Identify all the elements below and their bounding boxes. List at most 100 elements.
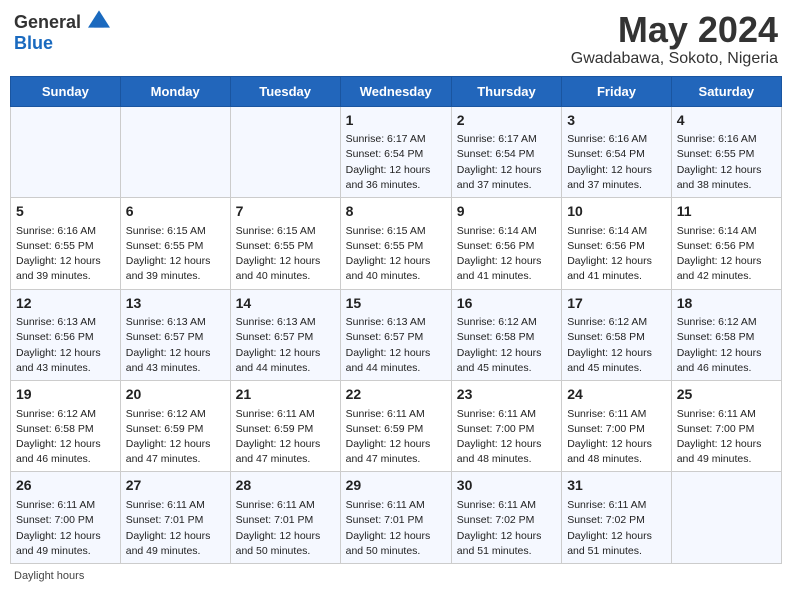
day-number: 28	[236, 476, 335, 496]
calendar-cell: 26 Sunrise: 6:11 AM Sunset: 7:00 PM Dayli…	[11, 472, 121, 563]
day-number: 31	[567, 476, 666, 496]
day-info: Sunrise: 6:17 AM Sunset: 6:54 PM Dayligh…	[346, 133, 431, 191]
day-number: 26	[16, 476, 115, 496]
day-number: 5	[16, 202, 115, 222]
calendar-cell: 31 Sunrise: 6:11 AM Sunset: 7:02 PM Dayli…	[562, 472, 672, 563]
calendar-cell: 4Sunrise: 6:16 AM Sunset: 6:55 PM Daylig…	[671, 106, 781, 197]
day-info: Sunrise: 6:12 AM Sunset: 6:58 PM Dayligh…	[16, 408, 101, 466]
day-info: Sunrise: 6:16 AM Sunset: 6:55 PM Dayligh…	[16, 225, 101, 283]
daylight-label: Daylight hours	[14, 570, 84, 582]
day-number: 21	[236, 385, 335, 405]
calendar-cell: 21 Sunrise: 6:11 AM Sunset: 6:59 PM Dayli…	[230, 381, 340, 472]
calendar-cell: 18Sunrise: 6:12 AM Sunset: 6:58 PM Dayli…	[671, 289, 781, 380]
day-info: Sunrise: 6:13 AM Sunset: 6:57 PM Dayligh…	[346, 316, 431, 374]
day-number: 27	[126, 476, 225, 496]
day-number: 2	[457, 111, 556, 131]
calendar-header-row: SundayMondayTuesdayWednesdayThursdayFrid…	[11, 76, 782, 106]
calendar-cell: 9Sunrise: 6:14 AM Sunset: 6:56 PM Daylig…	[451, 198, 561, 289]
logo-blue: Blue	[14, 33, 53, 53]
day-info: Sunrise: 6:11 AM Sunset: 7:01 PM Dayligh…	[346, 499, 431, 557]
day-info: Sunrise: 6:11 AM Sunset: 7:01 PM Dayligh…	[236, 499, 321, 557]
day-number: 22	[346, 385, 446, 405]
week-row-2: 12Sunrise: 6:13 AM Sunset: 6:56 PM Dayli…	[11, 289, 782, 380]
calendar-cell: 22 Sunrise: 6:11 AM Sunset: 6:59 PM Dayli…	[340, 381, 451, 472]
calendar-cell: 7Sunrise: 6:15 AM Sunset: 6:55 PM Daylig…	[230, 198, 340, 289]
day-number: 30	[457, 476, 556, 496]
day-number: 10	[567, 202, 666, 222]
day-info: Sunrise: 6:11 AM Sunset: 6:59 PM Dayligh…	[236, 408, 321, 466]
calendar-cell: 1Sunrise: 6:17 AM Sunset: 6:54 PM Daylig…	[340, 106, 451, 197]
calendar-table: SundayMondayTuesdayWednesdayThursdayFrid…	[10, 76, 782, 564]
day-info: Sunrise: 6:11 AM Sunset: 7:02 PM Dayligh…	[567, 499, 652, 557]
day-number: 7	[236, 202, 335, 222]
day-info: Sunrise: 6:11 AM Sunset: 7:00 PM Dayligh…	[567, 408, 652, 466]
day-info: Sunrise: 6:13 AM Sunset: 6:57 PM Dayligh…	[236, 316, 321, 374]
calendar-cell: 23Sunrise: 6:11 AM Sunset: 7:00 PM Dayli…	[451, 381, 561, 472]
day-info: Sunrise: 6:11 AM Sunset: 7:00 PM Dayligh…	[16, 499, 101, 557]
calendar-cell: 17Sunrise: 6:12 AM Sunset: 6:58 PM Dayli…	[562, 289, 672, 380]
day-number: 9	[457, 202, 556, 222]
week-row-4: 26 Sunrise: 6:11 AM Sunset: 7:00 PM Dayli…	[11, 472, 782, 563]
day-info: Sunrise: 6:12 AM Sunset: 6:59 PM Dayligh…	[126, 408, 211, 466]
day-number: 15	[346, 294, 446, 314]
calendar-cell: 20 Sunrise: 6:12 AM Sunset: 6:59 PM Dayli…	[120, 381, 230, 472]
day-number: 1	[346, 111, 446, 131]
calendar-cell: 12Sunrise: 6:13 AM Sunset: 6:56 PM Dayli…	[11, 289, 121, 380]
logo-icon	[88, 10, 110, 28]
day-info: Sunrise: 6:12 AM Sunset: 6:58 PM Dayligh…	[567, 316, 652, 374]
day-number: 19	[16, 385, 115, 405]
col-header-friday: Friday	[562, 76, 672, 106]
calendar-cell: 29Sunrise: 6:11 AM Sunset: 7:01 PM Dayli…	[340, 472, 451, 563]
day-number: 20	[126, 385, 225, 405]
day-number: 16	[457, 294, 556, 314]
calendar-cell	[230, 106, 340, 197]
week-row-0: 1Sunrise: 6:17 AM Sunset: 6:54 PM Daylig…	[11, 106, 782, 197]
day-info: Sunrise: 6:17 AM Sunset: 6:54 PM Dayligh…	[457, 133, 542, 191]
day-info: Sunrise: 6:12 AM Sunset: 6:58 PM Dayligh…	[457, 316, 542, 374]
day-number: 24	[567, 385, 666, 405]
calendar-cell: 5 Sunrise: 6:16 AM Sunset: 6:55 PM Daylig…	[11, 198, 121, 289]
day-info: Sunrise: 6:11 AM Sunset: 6:59 PM Dayligh…	[346, 408, 431, 466]
calendar-cell: 8Sunrise: 6:15 AM Sunset: 6:55 PM Daylig…	[340, 198, 451, 289]
calendar-cell: 28 Sunrise: 6:11 AM Sunset: 7:01 PM Dayli…	[230, 472, 340, 563]
day-info: Sunrise: 6:13 AM Sunset: 6:57 PM Dayligh…	[126, 316, 211, 374]
day-number: 23	[457, 385, 556, 405]
day-number: 12	[16, 294, 115, 314]
calendar-cell: 19 Sunrise: 6:12 AM Sunset: 6:58 PM Dayli…	[11, 381, 121, 472]
day-info: Sunrise: 6:13 AM Sunset: 6:56 PM Dayligh…	[16, 316, 101, 374]
calendar-cell: 15Sunrise: 6:13 AM Sunset: 6:57 PM Dayli…	[340, 289, 451, 380]
day-number: 11	[677, 202, 776, 222]
week-row-3: 19 Sunrise: 6:12 AM Sunset: 6:58 PM Dayli…	[11, 381, 782, 472]
day-number: 17	[567, 294, 666, 314]
header: General Blue May 2024 Gwadabawa, Sokoto,…	[10, 10, 782, 68]
day-number: 6	[126, 202, 225, 222]
calendar-cell: 14Sunrise: 6:13 AM Sunset: 6:57 PM Dayli…	[230, 289, 340, 380]
day-info: Sunrise: 6:11 AM Sunset: 7:02 PM Dayligh…	[457, 499, 542, 557]
day-info: Sunrise: 6:16 AM Sunset: 6:55 PM Dayligh…	[677, 133, 762, 191]
day-number: 25	[677, 385, 776, 405]
day-info: Sunrise: 6:15 AM Sunset: 6:55 PM Dayligh…	[346, 225, 431, 283]
day-info: Sunrise: 6:11 AM Sunset: 7:01 PM Dayligh…	[126, 499, 211, 557]
title-block: May 2024 Gwadabawa, Sokoto, Nigeria	[571, 10, 778, 68]
day-number: 3	[567, 111, 666, 131]
col-header-thursday: Thursday	[451, 76, 561, 106]
col-header-sunday: Sunday	[11, 76, 121, 106]
calendar-cell: 13Sunrise: 6:13 AM Sunset: 6:57 PM Dayli…	[120, 289, 230, 380]
day-info: Sunrise: 6:15 AM Sunset: 6:55 PM Dayligh…	[126, 225, 211, 283]
day-info: Sunrise: 6:14 AM Sunset: 6:56 PM Dayligh…	[677, 225, 762, 283]
calendar-cell: 3Sunrise: 6:16 AM Sunset: 6:54 PM Daylig…	[562, 106, 672, 197]
calendar-cell: 10Sunrise: 6:14 AM Sunset: 6:56 PM Dayli…	[562, 198, 672, 289]
calendar-cell: 24 Sunrise: 6:11 AM Sunset: 7:00 PM Dayli…	[562, 381, 672, 472]
col-header-wednesday: Wednesday	[340, 76, 451, 106]
calendar-cell: 11 Sunrise: 6:14 AM Sunset: 6:56 PM Dayli…	[671, 198, 781, 289]
logo: General Blue	[14, 10, 110, 54]
calendar-cell	[120, 106, 230, 197]
calendar-cell: 16Sunrise: 6:12 AM Sunset: 6:58 PM Dayli…	[451, 289, 561, 380]
calendar-cell	[11, 106, 121, 197]
calendar-cell: 2Sunrise: 6:17 AM Sunset: 6:54 PM Daylig…	[451, 106, 561, 197]
col-header-tuesday: Tuesday	[230, 76, 340, 106]
day-info: Sunrise: 6:12 AM Sunset: 6:58 PM Dayligh…	[677, 316, 762, 374]
calendar-cell: 30 Sunrise: 6:11 AM Sunset: 7:02 PM Dayli…	[451, 472, 561, 563]
week-row-1: 5 Sunrise: 6:16 AM Sunset: 6:55 PM Daylig…	[11, 198, 782, 289]
col-header-saturday: Saturday	[671, 76, 781, 106]
